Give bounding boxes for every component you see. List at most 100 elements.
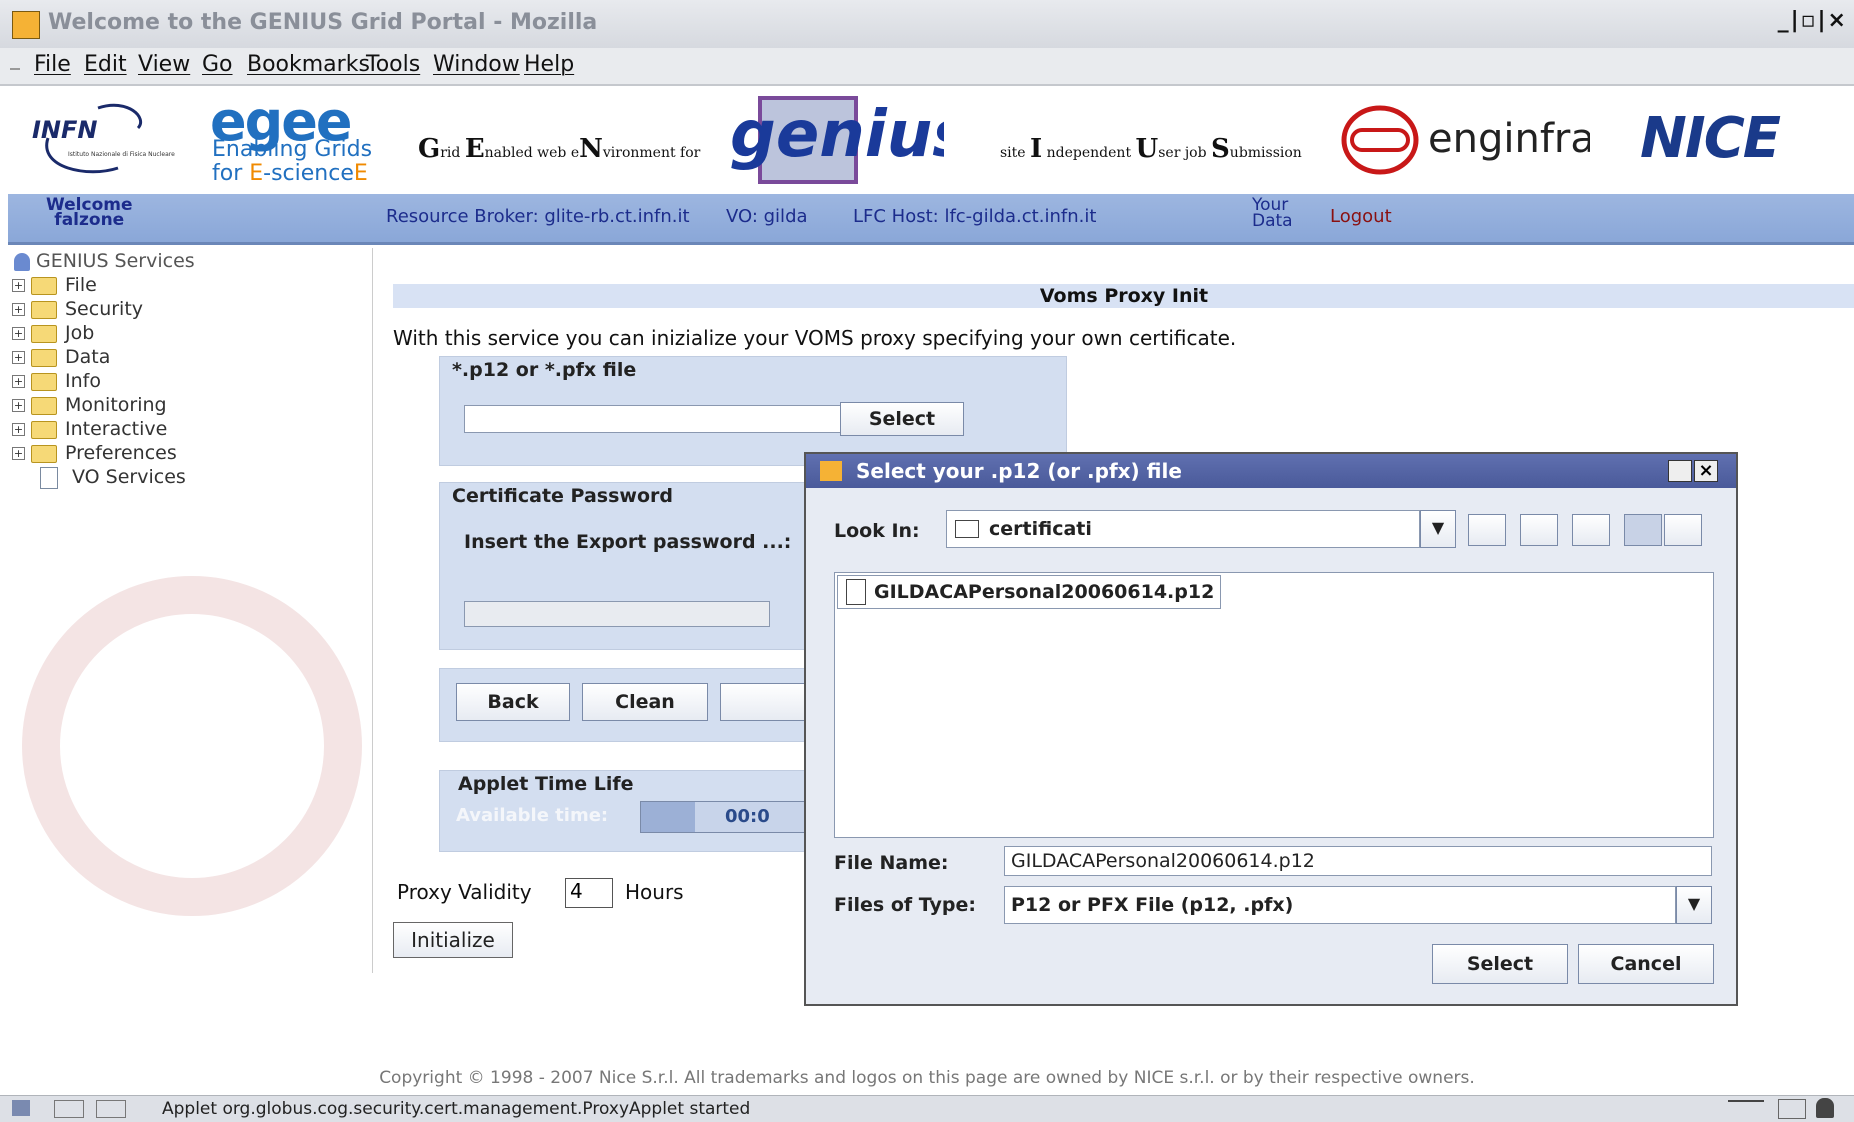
grid-enabled-tagline: Grid Enabled web eNvironment for: [418, 134, 701, 164]
menu-window[interactable]: Window: [433, 52, 520, 77]
file-list[interactable]: GILDACAPersonal20060614.p12: [834, 572, 1714, 838]
menu-bookmarks[interactable]: Bookmarks: [247, 52, 370, 77]
sidebar-item-info[interactable]: + Info: [12, 370, 101, 392]
export-password-input[interactable]: [464, 601, 770, 627]
home-icon[interactable]: [1520, 514, 1558, 546]
hours-label: Hours: [625, 880, 684, 904]
sidebar-item-file[interactable]: + File: [12, 274, 97, 296]
available-time-value: 00:0: [725, 806, 770, 827]
file-chooser-dialog: Select your .p12 (or .pfx) file × Look I…: [804, 452, 1738, 1006]
welcome-user: Welcome falzone: [46, 195, 133, 230]
folder-icon: [31, 444, 57, 463]
egee-subtitle: Enabling Grids for E-scienceE: [212, 138, 372, 186]
new-folder-icon[interactable]: [1572, 514, 1610, 546]
navigator-icon[interactable]: [12, 1100, 30, 1116]
online-icon: [1728, 1100, 1764, 1118]
sidebar-item-data[interactable]: + Data: [12, 346, 110, 368]
folder-icon: [31, 372, 57, 391]
proxy-validity-input[interactable]: 4: [565, 878, 613, 908]
site-independent-tagline: site I ndependent User job Submission: [1000, 134, 1302, 164]
menu-view[interactable]: View: [138, 52, 190, 77]
chevron-down-icon[interactable]: ▼: [1420, 510, 1456, 548]
dialog-title-bar[interactable]: Select your .p12 (or .pfx) file ×: [806, 454, 1736, 488]
back-button[interactable]: Back: [456, 683, 570, 721]
close-icon[interactable]: ×: [1694, 460, 1718, 482]
chevron-down-icon[interactable]: ▼: [1676, 886, 1712, 924]
folder-icon: [31, 420, 57, 439]
portal-info-bar: Welcome falzone Resource Broker: glite-rb…: [8, 194, 1854, 245]
certificate-password-label: Certificate Password: [452, 485, 673, 507]
folder-icon: [31, 396, 57, 415]
available-time-label: Available time:: [456, 805, 609, 826]
egee-line2: for E-scienceE: [212, 161, 368, 186]
nice-logo: NICE: [1640, 106, 1781, 171]
expand-icon: +: [12, 303, 25, 316]
mail-icon[interactable]: [54, 1100, 84, 1118]
file-name-input[interactable]: GILDACAPersonal20060614.p12: [1004, 846, 1712, 876]
expand-icon: +: [12, 447, 25, 460]
proxy-validity-label: Proxy Validity: [397, 880, 532, 904]
sidebar-item-preferences[interactable]: + Preferences: [12, 442, 177, 464]
menu-help[interactable]: Help: [524, 52, 574, 77]
menu-edit[interactable]: Edit: [84, 52, 127, 77]
genius-text: genius: [730, 98, 944, 172]
enginframe-text: enginframe: [1428, 116, 1590, 162]
window-controls[interactable]: _|▫|×: [1778, 8, 1848, 33]
expand-icon: +: [12, 279, 25, 292]
egee-line1: Enabling Grids: [212, 137, 373, 162]
infn-text: INFN: [32, 116, 98, 144]
lock-icon: [1816, 1098, 1834, 1118]
window-title: Welcome to the GENIUS Grid Portal - Mozi…: [48, 10, 598, 35]
logout-link[interactable]: Logout: [1330, 206, 1392, 227]
expand-icon: +: [12, 351, 25, 364]
details-view-icon[interactable]: [1664, 514, 1702, 546]
lfc-host-info: LFC Host: lfc-gilda.ct.infn.it: [853, 206, 1097, 227]
services-icon: [14, 252, 30, 271]
resource-broker-info: Resource Broker: glite-rb.ct.infn.it: [386, 206, 690, 227]
files-of-type-label: Files of Type:: [834, 894, 976, 916]
mozilla-app-icon: [12, 11, 40, 39]
folder-icon: [31, 324, 57, 343]
maximize-icon[interactable]: [1668, 460, 1692, 482]
look-in-value: certificati: [989, 518, 1092, 540]
clean-button[interactable]: Clean: [582, 683, 708, 721]
select-file-button[interactable]: Select: [840, 402, 964, 436]
services-sidebar: GENIUS Services + File + Security + Job + Da…: [8, 246, 370, 974]
portal-banner: INFN Istituto Nazionale di Fisica Nuclea…: [0, 86, 1854, 194]
expand-icon: +: [12, 399, 25, 412]
initialize-button[interactable]: Initialize: [393, 922, 513, 958]
available-time-fill: [641, 802, 695, 832]
sidebar-item-interactive[interactable]: + Interactive: [12, 418, 167, 440]
sidebar-item-job[interactable]: + Job: [12, 322, 94, 344]
sidebar-item-vo-services[interactable]: VO Services: [12, 466, 186, 489]
p12-file-panel: *.p12 or *.pfx file Select: [439, 356, 1067, 466]
composer-icon[interactable]: [96, 1100, 126, 1118]
menu-file[interactable]: File: [34, 52, 71, 77]
folder-icon: [31, 348, 57, 367]
p12-file-input[interactable]: [464, 405, 870, 433]
document-icon: [40, 466, 58, 489]
menu-go[interactable]: Go: [202, 52, 233, 77]
menubar-grip-icon[interactable]: [10, 68, 20, 78]
dialog-cancel-button[interactable]: Cancel: [1578, 944, 1714, 984]
sidebar-item-monitoring[interactable]: + Monitoring: [12, 394, 167, 416]
background-watermark: [22, 576, 362, 916]
sidebar-item-security[interactable]: + Security: [12, 298, 143, 320]
your-data-link[interactable]: Your Data: [1252, 197, 1293, 230]
menu-tools[interactable]: Tools: [366, 52, 420, 77]
look-in-select[interactable]: certificati: [946, 510, 1420, 548]
files-of-type-select[interactable]: P12 or PFX File (p12, .pfx): [1004, 886, 1676, 924]
tree-root[interactable]: GENIUS Services: [14, 250, 195, 272]
export-password-label: Insert the Export password ...:: [464, 531, 792, 553]
dialog-title: Select your .p12 (or .pfx) file: [856, 459, 1182, 483]
up-folder-icon[interactable]: [1468, 514, 1506, 546]
file-icon: [846, 579, 866, 605]
dialog-select-button[interactable]: Select: [1432, 944, 1568, 984]
list-view-icon[interactable]: [1624, 514, 1662, 546]
java-app-icon: [820, 461, 842, 481]
applet-time-label: Applet Time Life: [458, 773, 634, 795]
list-item[interactable]: GILDACAPersonal20060614.p12: [837, 575, 1222, 609]
p12-file-label: *.p12 or *.pfx file: [452, 359, 637, 381]
folder-icon: [955, 520, 979, 538]
genius-logo: genius: [724, 86, 970, 186]
